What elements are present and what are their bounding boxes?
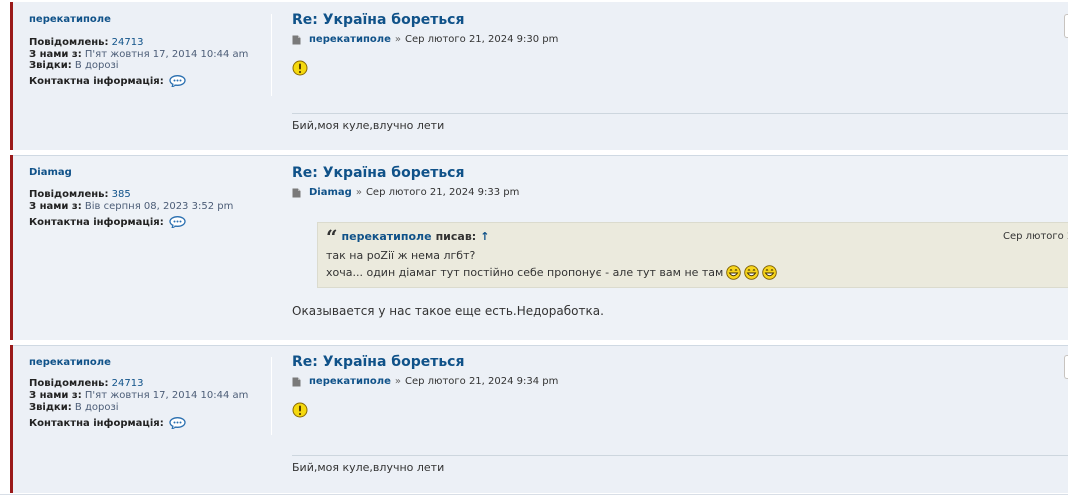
contact-info: Контактна інформація: xyxy=(29,216,186,228)
post-top-border xyxy=(13,345,1068,346)
contact-info: Контактна інформація: xyxy=(29,75,186,87)
post-meta: перекатиполе » Сер лютого 21, 2024 9:34 … xyxy=(292,376,558,387)
joined-label: З нами з: xyxy=(29,201,82,212)
exclamation-icon xyxy=(292,402,308,418)
quote-text-1: так на роZії ж нема лгбт? xyxy=(326,249,476,262)
post-top-border xyxy=(13,155,1068,156)
posts-count-link[interactable]: 24713 xyxy=(112,37,144,48)
joined-label: З нами з: xyxy=(29,390,82,401)
joined-value: Вів серпня 08, 2023 3:52 pm xyxy=(84,201,234,212)
posts-label: Повідомлень: xyxy=(29,189,109,200)
document-icon[interactable] xyxy=(292,188,301,198)
joined-value: П'ят жовтня 17, 2014 10:44 am xyxy=(84,49,249,60)
page-bottom-divider xyxy=(0,494,1068,495)
back-to-top-button[interactable] xyxy=(1064,14,1068,38)
signature-divider xyxy=(292,113,1068,114)
posts-label: Повідомлень: xyxy=(29,37,109,48)
post-title-link[interactable]: Re: Україна бореться xyxy=(292,354,464,370)
posts-count-link[interactable]: 385 xyxy=(112,189,131,200)
joined-row: З нами з: Вів серпня 08, 2023 3:52 pm xyxy=(29,201,233,213)
raquo-separator: » xyxy=(394,34,401,45)
contact-label: Контактна інформація: xyxy=(29,75,164,87)
post-date: Сер лютого 21, 2024 9:33 pm xyxy=(365,187,520,198)
post-meta: Diamag » Сер лютого 21, 2024 9:33 pm xyxy=(292,187,519,198)
quote-jump-link[interactable]: ↑ xyxy=(480,230,489,243)
post-author-link[interactable]: перекатиполе xyxy=(309,34,391,45)
post-1: перекатиполе Повідомлень: 24713 З нами з… xyxy=(10,2,1068,150)
quote-block: “ перекатиполе писав: ↑ Сер лютого 21 та… xyxy=(317,222,1068,288)
speech-bubble-icon[interactable] xyxy=(169,216,186,228)
posts-label: Повідомлень: xyxy=(29,378,109,389)
contact-label: Контактна інформація: xyxy=(29,216,164,228)
signature: Бий,моя куле,влучно лети xyxy=(292,461,445,474)
from-value: В дорозі xyxy=(74,60,119,71)
raquo-separator: » xyxy=(394,376,401,387)
quote-wrote-label: писав: xyxy=(435,230,477,243)
speech-bubble-icon[interactable] xyxy=(169,417,186,429)
laughing-smiley-icon xyxy=(744,265,760,280)
joined-value: П'ят жовтня 17, 2014 10:44 am xyxy=(84,390,249,401)
contact-label: Контактна інформація: xyxy=(29,417,164,429)
from-row: Звідки: В дорозі xyxy=(29,402,119,414)
document-icon[interactable] xyxy=(292,35,301,45)
quote-line-1: так на роZії ж нема лгбт? xyxy=(326,249,475,262)
posts-count-link[interactable]: 24713 xyxy=(112,378,144,389)
profile-divider xyxy=(271,357,272,435)
post-3: перекатиполе Повідомлень: 24713 З нами з… xyxy=(10,345,1068,493)
quote-cite: “ перекатиполе писав: ↑ xyxy=(326,224,489,249)
post-2: Diamag Повідомлень: 385 З нами з: Вів се… xyxy=(10,155,1068,340)
contact-info: Контактна інформація: xyxy=(29,417,186,429)
quote-date: Сер лютого 21 xyxy=(1003,231,1068,242)
author-link[interactable]: перекатиполе xyxy=(29,357,111,368)
signature: Бий,моя куле,влучно лети xyxy=(292,119,445,132)
from-row: Звідки: В дорозі xyxy=(29,60,119,72)
signature-divider xyxy=(292,455,1068,456)
post-date: Сер лютого 21, 2024 9:30 pm xyxy=(404,34,559,45)
posts-count-row: Повідомлень: 24713 xyxy=(29,37,143,49)
from-label: Звідки: xyxy=(29,402,72,413)
joined-label: З нами з: xyxy=(29,49,82,60)
post-meta: перекатиполе » Сер лютого 21, 2024 9:30 … xyxy=(292,34,558,45)
exclamation-icon xyxy=(292,60,308,76)
laughing-smiley-icon xyxy=(726,265,742,280)
document-icon[interactable] xyxy=(292,377,301,387)
raquo-separator: » xyxy=(355,187,362,198)
speech-bubble-icon[interactable] xyxy=(169,75,186,87)
post-date: Сер лютого 21, 2024 9:34 pm xyxy=(404,376,559,387)
from-value: В дорозі xyxy=(74,402,119,413)
quote-line-2: хоча... один діамаг тут постійно себе пр… xyxy=(326,265,778,280)
post-author-link[interactable]: Diamag xyxy=(309,187,352,198)
posts-count-row: Повідомлень: 385 xyxy=(29,189,131,201)
joined-row: З нами з: П'ят жовтня 17, 2014 10:44 am xyxy=(29,390,248,402)
post-author-link[interactable]: перекатиполе xyxy=(309,376,391,387)
quote-text-2: хоча... один діамаг тут постійно себе пр… xyxy=(326,266,724,279)
author-link[interactable]: перекатиполе xyxy=(29,14,111,25)
post-message: Оказывается у нас такое еще есть.Недораб… xyxy=(292,304,604,318)
post-title-link[interactable]: Re: Україна бореться xyxy=(292,165,464,181)
back-to-top-button[interactable] xyxy=(1064,355,1068,379)
quote-mark-icon: “ xyxy=(326,224,338,249)
quote-author-link[interactable]: перекатиполе xyxy=(342,230,432,243)
post-title-link[interactable]: Re: Україна бореться xyxy=(292,12,464,28)
posts-count-row: Повідомлень: 24713 xyxy=(29,378,143,390)
author-link[interactable]: Diamag xyxy=(29,167,72,178)
profile-divider xyxy=(271,14,272,96)
from-label: Звідки: xyxy=(29,60,72,71)
laughing-smiley-icon xyxy=(762,265,778,280)
